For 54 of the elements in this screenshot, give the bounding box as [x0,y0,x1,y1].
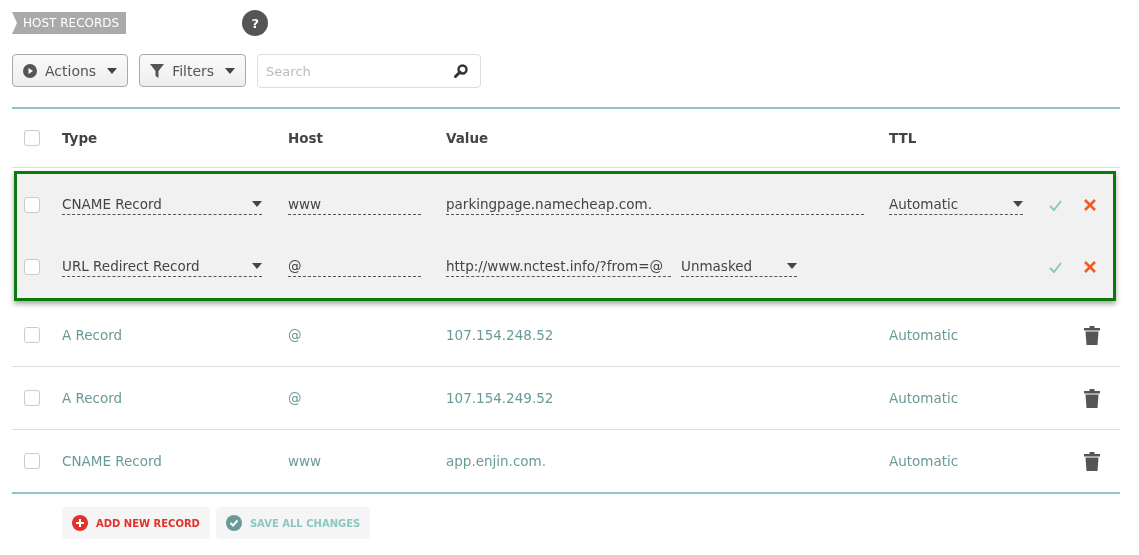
host-text: @ [288,327,302,343]
redirect-mode-dropdown[interactable]: Unmasked [681,257,797,277]
trash-icon[interactable] [1084,325,1100,345]
host-text: @ [288,390,302,406]
caret-icon [252,262,262,269]
trash-icon[interactable] [1084,388,1100,408]
caret-icon [225,67,236,74]
type-text: A Record [62,327,123,343]
ttl-text: Automatic [889,453,959,469]
ttl-text: Automatic [889,327,959,343]
actions-button[interactable]: Actions [12,54,129,87]
host-field[interactable]: @ [288,257,421,277]
checkbox[interactable] [24,197,40,213]
caret-icon [107,67,118,74]
checkbox[interactable] [24,327,40,343]
value-text: 107.154.248.52 [446,327,554,343]
check-icon[interactable] [1049,199,1062,211]
caret-icon [787,262,797,269]
play-icon [23,63,37,78]
add-record-button[interactable]: ADD NEW RECORD [62,507,210,539]
checkbox[interactable] [24,453,40,469]
column-header: TTL [889,130,917,146]
value-text: app.enjin.com. [446,453,547,469]
value-field[interactable]: parkingpage.namecheap.com. [446,195,864,215]
column-header: Type [62,130,98,146]
section-title: HOST RECORDS [12,12,127,34]
column-header: Host [288,130,324,146]
type-dropdown[interactable]: CNAME Record [62,195,262,215]
close-icon[interactable] [1084,199,1096,211]
type-dropdown[interactable]: URL Redirect Record [62,257,262,277]
help-button[interactable]: ? [242,10,269,36]
search-icon [454,64,469,78]
close-icon[interactable] [1084,261,1096,273]
ttl-text: Automatic [889,390,959,406]
search-field[interactable]: Search [257,54,482,88]
checkbox[interactable] [24,390,40,406]
value-text: 107.154.249.52 [446,390,554,406]
type-text: CNAME Record [62,453,162,469]
plus-icon [72,515,88,531]
funnel-icon [150,63,165,78]
check-icon[interactable] [1049,261,1062,273]
check-icon [225,515,242,531]
caret-icon [252,200,262,207]
value-field[interactable]: http://www.nctest.info/?from=@ [446,257,671,277]
checkbox[interactable] [24,259,40,275]
trash-icon[interactable] [1084,451,1100,471]
column-header: Value [446,130,489,146]
ttl-dropdown[interactable]: Automatic [889,195,1023,215]
checkbox[interactable] [24,130,40,146]
type-text: A Record [62,390,123,406]
filters-button[interactable]: Filters [139,54,247,87]
host-field[interactable]: www [288,195,421,215]
host-text: www [288,453,322,469]
caret-icon [1013,200,1023,207]
